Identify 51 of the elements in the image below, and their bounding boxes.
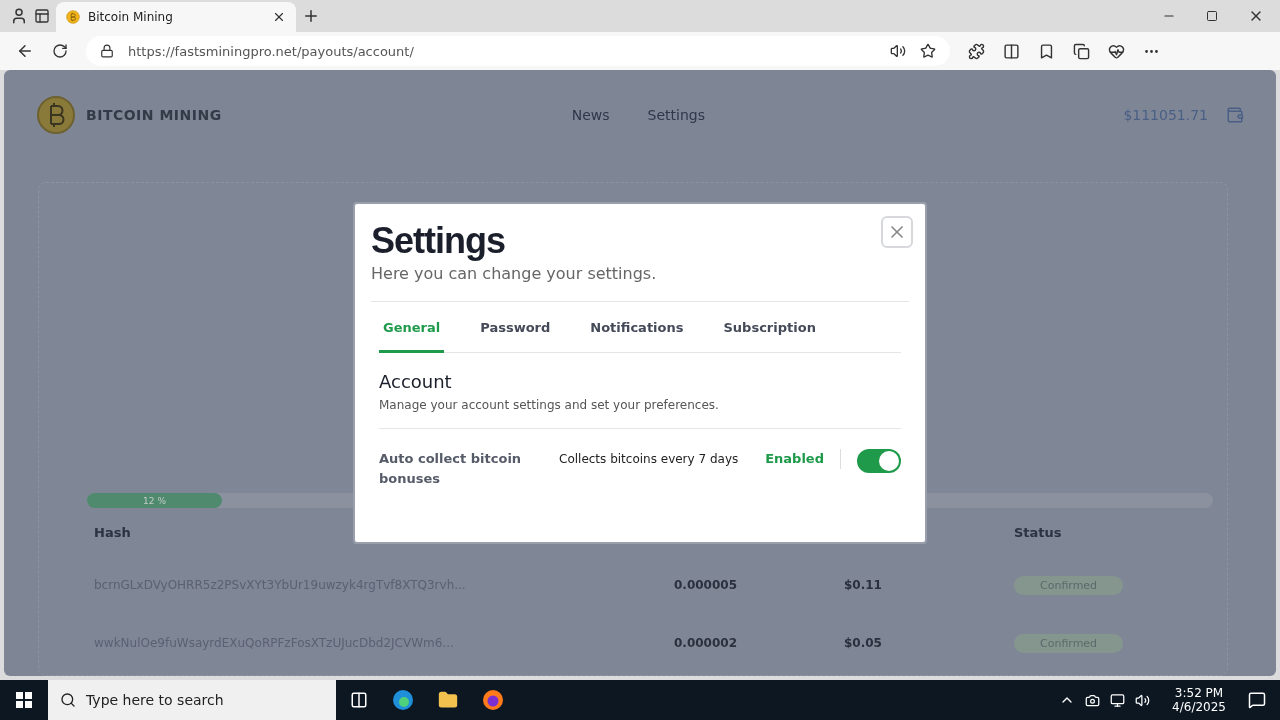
brand-name: BITCOIN MINING [86,107,222,123]
lock-icon [100,44,114,58]
amount-cell-text: 0.000002 [674,635,738,652]
firefox-icon[interactable] [482,689,504,711]
close-icon[interactable] [272,10,286,24]
star-icon[interactable] [920,43,936,59]
section-description: Manage your account settings and set your preferences. [379,398,720,412]
setting-description: Collects bitcoins every 7 days [559,451,739,468]
column-header: Status [1014,523,1063,542]
heart-pulse-icon[interactable] [1108,42,1125,60]
clock-time: 3:52 PM [1174,686,1224,700]
refresh-icon[interactable] [52,43,68,59]
camera-icon[interactable] [1085,692,1101,708]
section-title: Account [379,371,453,392]
usd-cell-text: $0.11 [844,577,883,594]
network-icon[interactable] [1110,692,1126,708]
settings-tab[interactable]: Subscription [719,302,820,353]
new-tab-icon[interactable] [302,7,320,25]
settings-tab[interactable]: Password [476,302,555,353]
settings-tab[interactable]: General [379,302,445,353]
favorites-icon[interactable] [1038,42,1055,60]
read-aloud-icon[interactable] [890,43,906,59]
clock-date: 4/6/2025 [1172,700,1226,714]
collections-icon[interactable] [1073,42,1090,60]
browser-tab[interactable]: Bitcoin Mining [56,2,296,32]
progress-label: 12 % [143,495,166,506]
notifications-icon[interactable] [1248,691,1266,709]
amount-cell-text: 0.000005 [674,577,738,594]
taskbar-search-field[interactable]: Type here to search [48,680,336,720]
column-header: Hash [94,523,132,542]
folder-icon[interactable] [438,690,458,710]
volume-icon[interactable] [1135,692,1151,708]
puzzle-icon[interactable] [968,42,985,60]
task-view-icon[interactable] [350,691,368,709]
bitcoin-logo-icon [36,95,76,135]
bitcoin-logo-icon [66,10,80,24]
dialog-title: Settings [371,220,505,262]
toggle-switch[interactable] [857,449,901,473]
usd-cell-text: $0.05 [844,635,883,652]
dialog-subtitle: Here you can change your settings. [371,264,658,283]
split-screen-icon[interactable] [1003,42,1020,60]
address-bar[interactable]: https://fastsminingpro.net/payouts/account/ [86,36,950,66]
setting-label: Auto collect bitcoin bonuses [379,450,523,488]
profile-icon[interactable] [10,7,28,25]
tab-actions-icon[interactable] [34,8,50,24]
maximize-icon[interactable] [1206,8,1218,24]
search-icon [60,692,76,708]
back-icon[interactable] [16,42,34,60]
settings-tab[interactable]: Notifications [586,302,688,353]
setting-status: Enabled [765,449,841,469]
edge-browser-icon[interactable] [392,689,414,711]
